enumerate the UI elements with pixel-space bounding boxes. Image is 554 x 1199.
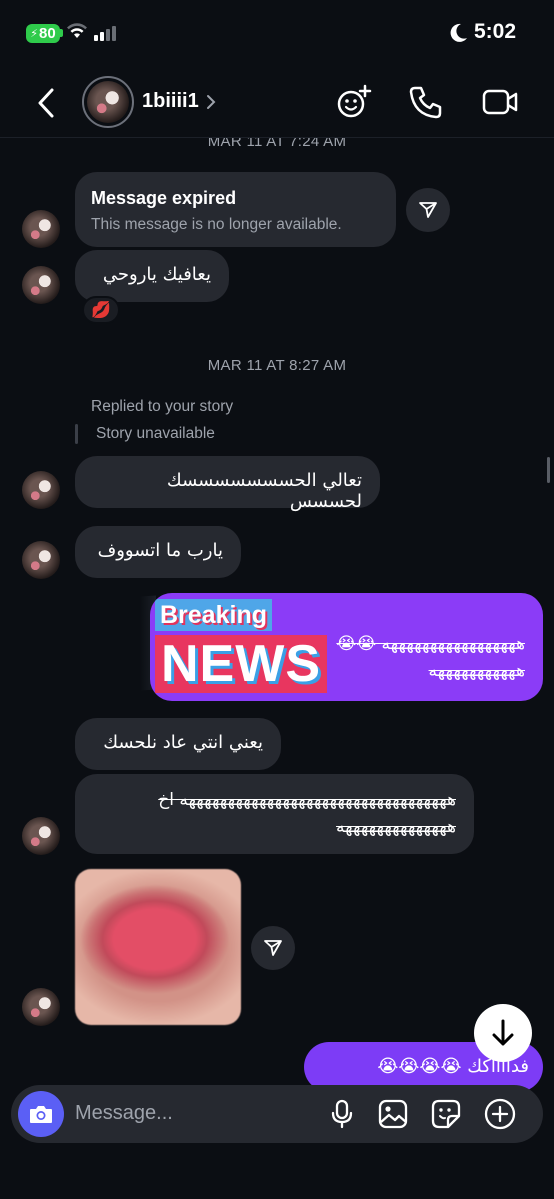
battery-cap bbox=[60, 29, 63, 37]
avatar[interactable] bbox=[22, 817, 60, 855]
chevron-left-icon[interactable] bbox=[32, 84, 62, 122]
charging-icon: ⚡ bbox=[30, 28, 39, 40]
effects-icon[interactable] bbox=[334, 82, 374, 122]
share-icon bbox=[264, 940, 282, 956]
scroll-down-button[interactable] bbox=[474, 1004, 532, 1062]
signal-icon bbox=[94, 26, 116, 41]
mic-button[interactable] bbox=[325, 1097, 359, 1131]
share-button[interactable] bbox=[406, 188, 450, 232]
gallery-icon bbox=[378, 1099, 408, 1129]
story-quote-bar bbox=[75, 424, 78, 444]
moon-icon bbox=[450, 23, 467, 42]
arrow-down-icon bbox=[492, 1019, 514, 1046]
scrollbar[interactable] bbox=[547, 457, 550, 483]
story-reply-label: Replied to your story bbox=[91, 398, 234, 415]
message-composer bbox=[11, 1085, 543, 1143]
photo-message[interactable] bbox=[75, 869, 241, 1025]
plus-button[interactable] bbox=[483, 1097, 517, 1131]
home-area bbox=[0, 1143, 554, 1199]
timestamp-divider: MAR 11 AT 8:27 AM bbox=[207, 357, 347, 374]
expired-message-bubble[interactable]: Message expired This message is no longe… bbox=[75, 172, 396, 247]
avatar[interactable] bbox=[22, 541, 60, 579]
message-bubble[interactable]: تعالي الحسسسسسسسك لحسسس bbox=[75, 456, 380, 512]
message-bubble[interactable]: يارب ما اتسووف bbox=[75, 526, 241, 578]
camera-icon bbox=[30, 1106, 52, 1123]
expired-subtitle: This message is no longer available. bbox=[91, 216, 342, 233]
chevron-right-icon[interactable] bbox=[205, 94, 217, 110]
sticker-icon bbox=[431, 1099, 461, 1129]
camera-button[interactable] bbox=[18, 1091, 64, 1137]
avatar[interactable] bbox=[22, 266, 60, 304]
avatar[interactable] bbox=[22, 471, 60, 509]
avatar[interactable] bbox=[22, 210, 60, 248]
chat-header: 1biiii1 bbox=[0, 68, 554, 138]
story-unavailable[interactable]: Story unavailable bbox=[96, 425, 215, 443]
avatar[interactable] bbox=[82, 76, 134, 128]
plus-icon bbox=[484, 1098, 516, 1130]
breaking-news-label: Breaking bbox=[155, 599, 272, 631]
gallery-button[interactable] bbox=[376, 1097, 410, 1131]
reaction-badge[interactable]: 💋 bbox=[82, 296, 120, 324]
wifi-icon bbox=[67, 23, 87, 38]
status-time: 5:02 bbox=[474, 20, 517, 43]
news-label: NEWS bbox=[155, 635, 327, 693]
sticker-button[interactable] bbox=[429, 1097, 463, 1131]
share-icon bbox=[419, 202, 437, 218]
message-bubble[interactable]: ههههههههههههههههههههههههههههههههههه اخ ه… bbox=[75, 774, 474, 854]
outgoing-message-bubble[interactable]: Breaking NEWS هههههههههههههههههه 😭😭 هههه… bbox=[150, 593, 543, 701]
battery-level: 80 bbox=[39, 25, 56, 42]
expired-title: Message expired bbox=[91, 188, 237, 208]
message-bubble[interactable]: يعني انتي عاد نلحسك bbox=[75, 718, 281, 770]
share-button[interactable] bbox=[251, 926, 295, 970]
battery-indicator: ⚡ 80 bbox=[26, 24, 60, 43]
video-icon[interactable] bbox=[480, 82, 520, 122]
username[interactable]: 1biiii1 bbox=[142, 90, 199, 113]
message-input[interactable] bbox=[75, 1102, 315, 1125]
message-bubble[interactable]: يعافيك ياروحي bbox=[75, 250, 229, 302]
mic-icon bbox=[331, 1099, 353, 1129]
status-bar: ⚡ 80 5:02 bbox=[0, 0, 554, 64]
avatar[interactable] bbox=[22, 988, 60, 1026]
phone-icon[interactable] bbox=[406, 82, 446, 122]
message-text: هههههههههههههههههه 😭😭 هههههههههههه bbox=[336, 634, 525, 681]
